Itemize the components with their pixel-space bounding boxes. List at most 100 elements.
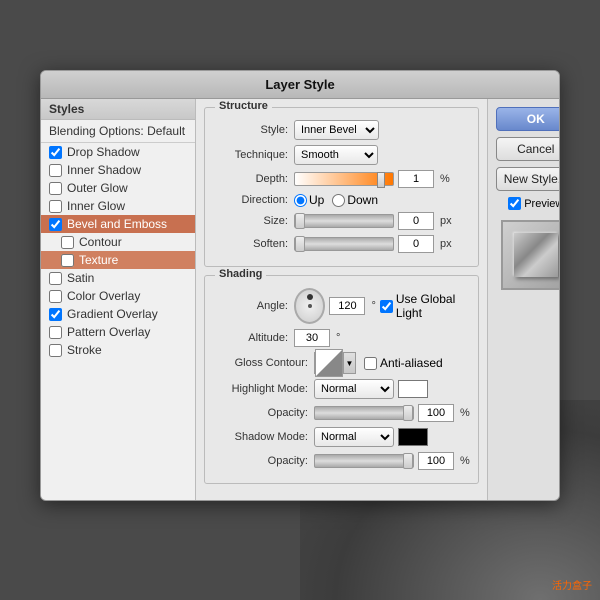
size-unit: px (440, 215, 452, 227)
layer-item-bevel-emboss[interactable]: Bevel and Emboss (41, 215, 195, 233)
size-input[interactable] (398, 212, 434, 230)
direction-up-radio[interactable] (294, 194, 307, 207)
bevel-emboss-checkbox[interactable] (49, 218, 62, 231)
gradient-overlay-checkbox[interactable] (49, 308, 62, 321)
contour-dropdown-arrow[interactable]: ▼ (343, 353, 355, 373)
altitude-row: Altitude: ° (213, 329, 470, 347)
depth-label: Depth: (213, 173, 288, 185)
new-style-button[interactable]: New Style... (496, 167, 560, 191)
stroke-checkbox[interactable] (49, 344, 62, 357)
shadow-opacity-input[interactable] (418, 452, 454, 470)
layer-item-stroke[interactable]: Stroke (41, 341, 195, 359)
altitude-label: Altitude: (213, 332, 288, 344)
angle-dot (307, 294, 313, 300)
color-overlay-checkbox[interactable] (49, 290, 62, 303)
style-select[interactable]: Inner Bevel Outer Bevel Emboss (294, 120, 379, 140)
shading-legend: Shading (215, 268, 266, 280)
shadow-opacity-slider[interactable] (314, 454, 414, 468)
watermark: 活力盒子 (552, 577, 592, 592)
global-light-checkbox[interactable] (380, 300, 393, 313)
direction-down-radio[interactable] (332, 194, 345, 207)
contour-svg (316, 350, 342, 376)
shadow-opacity-row: Opacity: % (213, 452, 470, 470)
size-slider[interactable] (294, 214, 394, 228)
highlight-opacity-label: Opacity: (213, 407, 308, 419)
angle-input[interactable] (329, 297, 365, 315)
size-slider-container: px (294, 212, 452, 230)
contour-preview (315, 349, 343, 377)
pattern-overlay-checkbox[interactable] (49, 326, 62, 339)
layer-item-texture[interactable]: Texture (41, 251, 195, 269)
global-light-label[interactable]: Use Global Light (380, 292, 470, 320)
texture-checkbox[interactable] (61, 254, 74, 267)
layer-item-color-overlay[interactable]: Color Overlay (41, 287, 195, 305)
soften-label: Soften: (213, 238, 288, 250)
layer-style-dialog: Layer Style Styles Blending Options: Def… (40, 70, 560, 501)
drop-shadow-checkbox[interactable] (49, 146, 62, 159)
shadow-color-box[interactable] (398, 428, 428, 446)
styles-header: Styles (41, 99, 195, 120)
depth-input[interactable] (398, 170, 434, 188)
contour-button[interactable]: ▼ (314, 352, 356, 374)
outer-glow-checkbox[interactable] (49, 182, 62, 195)
layer-item-pattern-overlay[interactable]: Pattern Overlay (41, 323, 195, 341)
depth-slider-container: % (294, 170, 450, 188)
layer-item-contour[interactable]: Contour (41, 233, 195, 251)
depth-slider-track (294, 172, 394, 186)
shadow-mode-select[interactable]: Normal Multiply (314, 427, 394, 447)
altitude-control: ° (294, 329, 340, 347)
contour-checkbox[interactable] (61, 236, 74, 249)
shadow-opacity-label: Opacity: (213, 455, 308, 467)
layer-item-drop-shadow[interactable]: Drop Shadow (41, 143, 195, 161)
soften-unit: px (440, 238, 452, 250)
shadow-mode-row: Shadow Mode: Normal Multiply (213, 427, 470, 447)
highlight-opacity-input[interactable] (418, 404, 454, 422)
angle-wheel[interactable] (294, 288, 325, 324)
technique-row: Technique: Smooth Chisel Hard Chisel Sof… (213, 145, 470, 165)
shading-section: Shading Angle: ° (204, 275, 479, 484)
ok-button[interactable]: OK (496, 107, 560, 131)
satin-checkbox[interactable] (49, 272, 62, 285)
middle-panel: Structure Style: Inner Bevel Outer Bevel… (196, 99, 487, 500)
highlight-opacity-row: Opacity: % (213, 404, 470, 422)
layer-item-inner-glow[interactable]: Inner Glow (41, 197, 195, 215)
highlight-opacity-unit: % (460, 407, 470, 419)
altitude-input[interactable] (294, 329, 330, 347)
inner-shadow-checkbox[interactable] (49, 164, 62, 177)
highlight-mode-label: Highlight Mode: (213, 383, 308, 395)
technique-select[interactable]: Smooth Chisel Hard Chisel Soft (294, 145, 378, 165)
depth-slider-thumb[interactable] (377, 172, 385, 188)
highlight-mode-select[interactable]: Normal Multiply Screen (314, 379, 394, 399)
angle-center-dot (308, 304, 312, 308)
technique-label: Technique: (213, 149, 288, 161)
soften-input[interactable] (398, 235, 434, 253)
direction-up-label[interactable]: Up (294, 193, 324, 207)
anti-aliased-label[interactable]: Anti-aliased (364, 356, 443, 370)
soften-slider[interactable] (294, 237, 394, 251)
highlight-color-box[interactable] (398, 380, 428, 398)
layer-item-outer-glow[interactable]: Outer Glow (41, 179, 195, 197)
direction-label: Direction: (213, 194, 288, 206)
style-row: Style: Inner Bevel Outer Bevel Emboss (213, 120, 470, 140)
preview-label-row: Preview (508, 197, 560, 210)
cancel-button[interactable]: Cancel (496, 137, 560, 161)
layer-item-gradient-overlay[interactable]: Gradient Overlay (41, 305, 195, 323)
left-panel: Styles Blending Options: Default Drop Sh… (41, 99, 196, 500)
shadow-opacity-slider-container: % (314, 452, 470, 470)
soften-row: Soften: px (213, 235, 470, 253)
soften-slider-container: px (294, 235, 452, 253)
direction-radio-group: Up Down (294, 193, 378, 207)
shading-content: Angle: ° Use Global Light (205, 276, 478, 483)
size-row: Size: px (213, 212, 470, 230)
preview-checkbox[interactable] (508, 197, 521, 210)
dialog-body: Styles Blending Options: Default Drop Sh… (41, 99, 559, 500)
inner-glow-checkbox[interactable] (49, 200, 62, 213)
shadow-mode-label: Shadow Mode: (213, 431, 308, 443)
highlight-opacity-slider[interactable] (314, 406, 414, 420)
anti-aliased-checkbox[interactable] (364, 357, 377, 370)
blending-options-item[interactable]: Blending Options: Default (41, 120, 195, 143)
direction-down-label[interactable]: Down (332, 193, 378, 207)
structure-content: Style: Inner Bevel Outer Bevel Emboss Te… (205, 108, 478, 266)
layer-item-inner-shadow[interactable]: Inner Shadow (41, 161, 195, 179)
layer-item-satin[interactable]: Satin (41, 269, 195, 287)
